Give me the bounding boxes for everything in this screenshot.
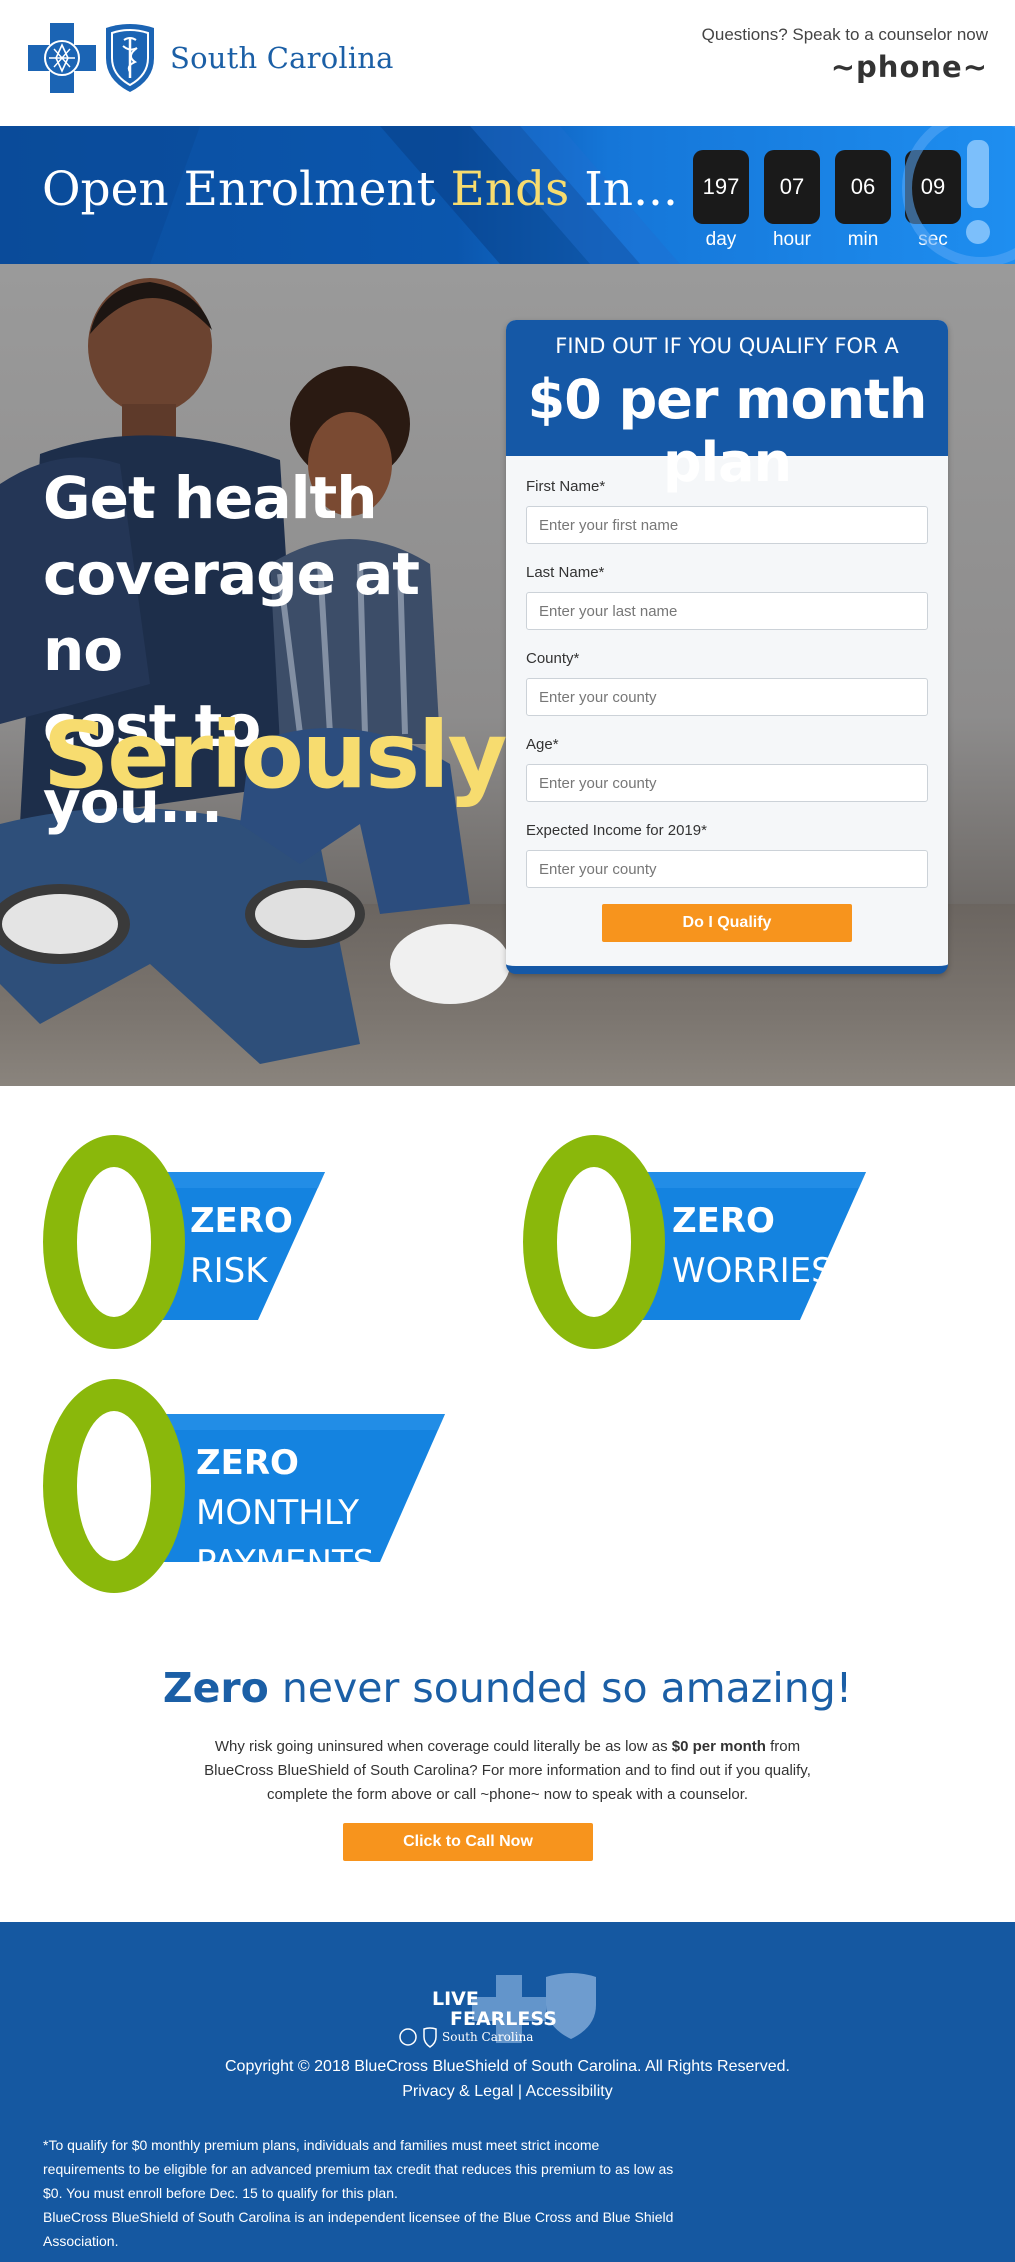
form-subtitle: FIND OUT IF YOU QUALIFY FOR A	[555, 334, 899, 358]
feature-zero-payments-inline: MONTHLY	[196, 1493, 360, 1533]
exclamation-icon	[902, 126, 1015, 264]
last-name-label: Last Name*	[526, 564, 605, 581]
form-title: $0 per month plan	[527, 368, 928, 494]
countdown-banner: Open Enrolment Ends In... 197 day 07 hou…	[0, 126, 1015, 264]
questions-text: Questions? Speak to a counselor now	[701, 25, 988, 44]
feature-zero-payments-bold: ZERO	[196, 1443, 299, 1483]
countdown-day-value: 197	[693, 150, 749, 224]
age-input[interactable]	[526, 764, 928, 802]
landing-page: South Carolina Questions? Speak to a cou…	[0, 0, 1015, 2262]
banner-title-highlight: Ends	[450, 162, 570, 217]
brand-logo[interactable]: South Carolina	[28, 22, 394, 94]
income-label: Expected Income for 2019*	[526, 822, 707, 839]
brand-name: South Carolina	[170, 41, 394, 75]
countdown-min-label: min	[847, 229, 879, 250]
feature-zero-risk-rest: RISK	[190, 1251, 268, 1291]
footer-shield-icon	[423, 2027, 437, 2048]
last-name-input[interactable]	[526, 592, 928, 630]
feature-zero-payments-text: ZERO MONTHLY PAYMENTS	[196, 1438, 460, 1588]
feature-zero-risk: ZERO RISK	[0, 1134, 400, 1350]
paragraph-bold: $0 per month	[671, 1738, 766, 1755]
feature-zero-worries-rest: WORRIES	[672, 1251, 833, 1291]
disclaimer-text: *To qualify for $0 monthly premium plans…	[43, 2133, 683, 2253]
accessibility-link[interactable]: Accessibility	[526, 2083, 613, 2100]
blue-shield-icon	[106, 24, 154, 92]
zero-amazing-paragraph: Why risk going uninsured when coverage c…	[200, 1735, 815, 1807]
footer-logo-sub: South Carolina	[442, 2030, 533, 2044]
hero-headline-line2: coverage at no	[43, 540, 420, 684]
countdown-hour-label: hour	[772, 229, 812, 250]
countdown-hour-value: 07	[764, 150, 820, 224]
qualify-form-card: FIND OUT IF YOU QUALIFY FOR A $0 per mon…	[506, 320, 948, 974]
feature-zero-worries-bold: ZERO	[672, 1201, 775, 1241]
countdown-min-value: 06	[835, 150, 891, 224]
income-input[interactable]	[526, 850, 928, 888]
privacy-legal-link[interactable]: Privacy & Legal	[402, 2083, 513, 2100]
footer-logo-line1: LIVE	[432, 1988, 479, 2010]
footer-links: Privacy & Legal | Accessibility	[0, 2083, 1015, 2101]
banner-title: Open Enrolment Ends In...	[42, 162, 678, 217]
feature-zero-worries: ZERO WORRIES	[480, 1134, 900, 1350]
first-name-label: First Name*	[526, 478, 606, 495]
footer-logo-line2: FEARLESS	[450, 2008, 557, 2030]
do-i-qualify-button[interactable]: Do I Qualify	[602, 904, 852, 942]
footer-link-separator: |	[513, 2083, 526, 2100]
county-input[interactable]	[526, 678, 928, 716]
zero-amazing-heading: Zero never sounded so amazing!	[0, 1664, 1015, 1712]
banner-title-part1: Open Enrolment	[42, 162, 451, 217]
live-fearless-logo: LIVE FEARLESS South Carolina	[399, 1973, 596, 2048]
zero-amazing-rest: never sounded so amazing!	[268, 1664, 853, 1712]
countdown-day-label: day	[705, 229, 737, 250]
site-footer: LIVE FEARLESS South Carolina Copyright ©…	[0, 1922, 1015, 2262]
hero-seriously: Seriously	[43, 702, 508, 809]
feature-zero-worries-text: ZERO WORRIES	[672, 1196, 833, 1296]
copyright-text: Copyright © 2018 BlueCross BlueShield of…	[225, 2058, 790, 2075]
paragraph-before: Why risk going uninsured when coverage c…	[214, 1738, 672, 1755]
feature-zero-risk-bold: ZERO	[190, 1201, 293, 1241]
feature-zero-risk-text: ZERO RISK	[190, 1196, 293, 1296]
hero-headline-line1: Get health	[43, 464, 378, 532]
form-header: FIND OUT IF YOU QUALIFY FOR A $0 per mon…	[506, 320, 948, 494]
first-name-input[interactable]	[526, 506, 928, 544]
feature-zero-payments-rest: PAYMENTS	[196, 1543, 375, 1583]
age-label: Age*	[526, 736, 559, 753]
banner-title-part2: In...	[569, 162, 678, 217]
disclaimer-qualify: *To qualify for $0 monthly premium plans…	[43, 2137, 674, 2201]
site-header: South Carolina Questions? Speak to a cou…	[0, 0, 1015, 126]
zero-amazing-bold: Zero	[162, 1664, 269, 1712]
footer-cross-icon	[399, 2028, 417, 2046]
county-label: County*	[526, 650, 580, 667]
blue-cross-icon	[28, 23, 96, 93]
click-to-call-button[interactable]: Click to Call Now	[343, 1823, 593, 1861]
feature-zero-monthly-payments: ZERO MONTHLY PAYMENTS	[0, 1378, 460, 1594]
disclaimer-licensee: BlueCross BlueShield of South Carolina i…	[43, 2209, 674, 2249]
phone-number[interactable]: ~phone~	[831, 50, 988, 84]
